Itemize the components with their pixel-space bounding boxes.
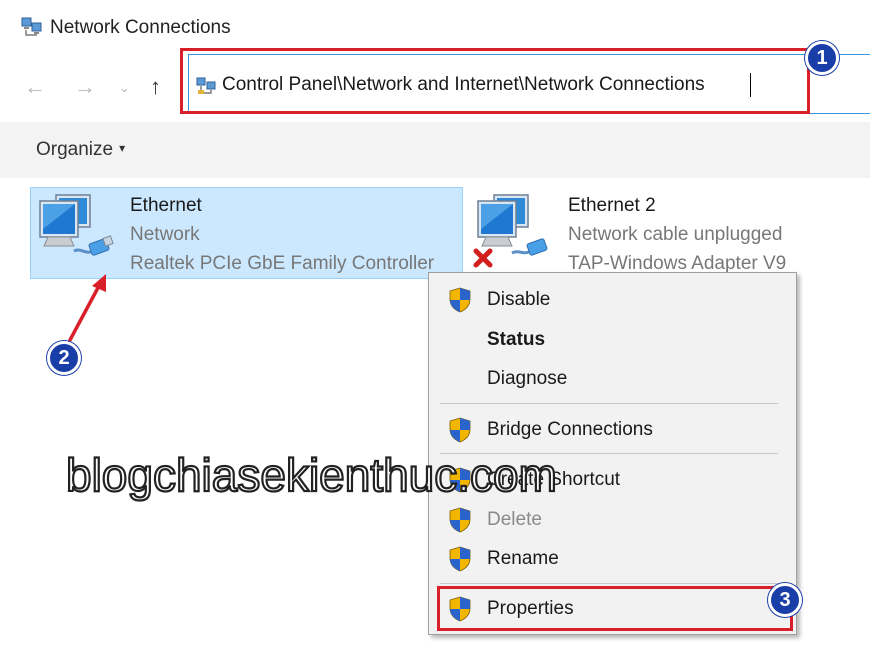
menu-item-bridge-connections[interactable]: Bridge Connections <box>487 419 653 441</box>
menu-item-status[interactable]: Status <box>487 329 545 351</box>
menu-item-delete[interactable]: Delete <box>487 509 542 531</box>
properties-highlight-box <box>437 586 793 631</box>
step-badge-3: 3 <box>768 583 802 617</box>
connection-status: Network cable unplugged <box>568 224 783 245</box>
network-adapter-icon <box>39 194 114 256</box>
uac-shield-icon <box>449 507 471 533</box>
connection-name[interactable]: Ethernet 2 <box>568 195 656 217</box>
connection-status: Network <box>130 224 200 245</box>
network-connections-icon <box>21 17 42 36</box>
organize-button[interactable]: Organize ▾ <box>36 139 125 161</box>
menu-item-diagnose[interactable]: Diagnose <box>487 368 567 390</box>
back-button[interactable]: ← <box>24 74 46 100</box>
chevron-down-icon: ▾ <box>119 141 126 155</box>
menu-item-rename[interactable]: Rename <box>487 548 559 570</box>
annotation-arrow-icon <box>68 274 106 342</box>
step-badge-2: 2 <box>47 341 81 375</box>
organize-label: Organize <box>36 139 114 160</box>
recent-locations-chevron-icon[interactable]: ⌄ <box>119 80 130 96</box>
connection-name: Ethernet <box>130 195 202 216</box>
connection-device: Realtek PCIe GbE Family Controller <box>130 253 435 274</box>
up-button[interactable]: ↑ <box>150 74 161 100</box>
window-title: Network Connections <box>50 17 231 38</box>
uac-shield-icon <box>449 287 471 313</box>
menu-separator <box>440 583 778 584</box>
step-badge-1: 1 <box>805 41 839 75</box>
command-bar <box>0 122 870 178</box>
address-highlight-box <box>180 48 810 114</box>
forward-button[interactable]: → <box>74 74 96 100</box>
network-adapter-disconnected-icon[interactable] <box>472 191 558 271</box>
menu-item-disable[interactable]: Disable <box>487 289 550 311</box>
uac-shield-icon <box>449 417 471 443</box>
menu-separator <box>440 403 778 404</box>
watermark: blogchiasekienthuc.com <box>65 448 558 502</box>
uac-shield-icon <box>449 546 471 572</box>
